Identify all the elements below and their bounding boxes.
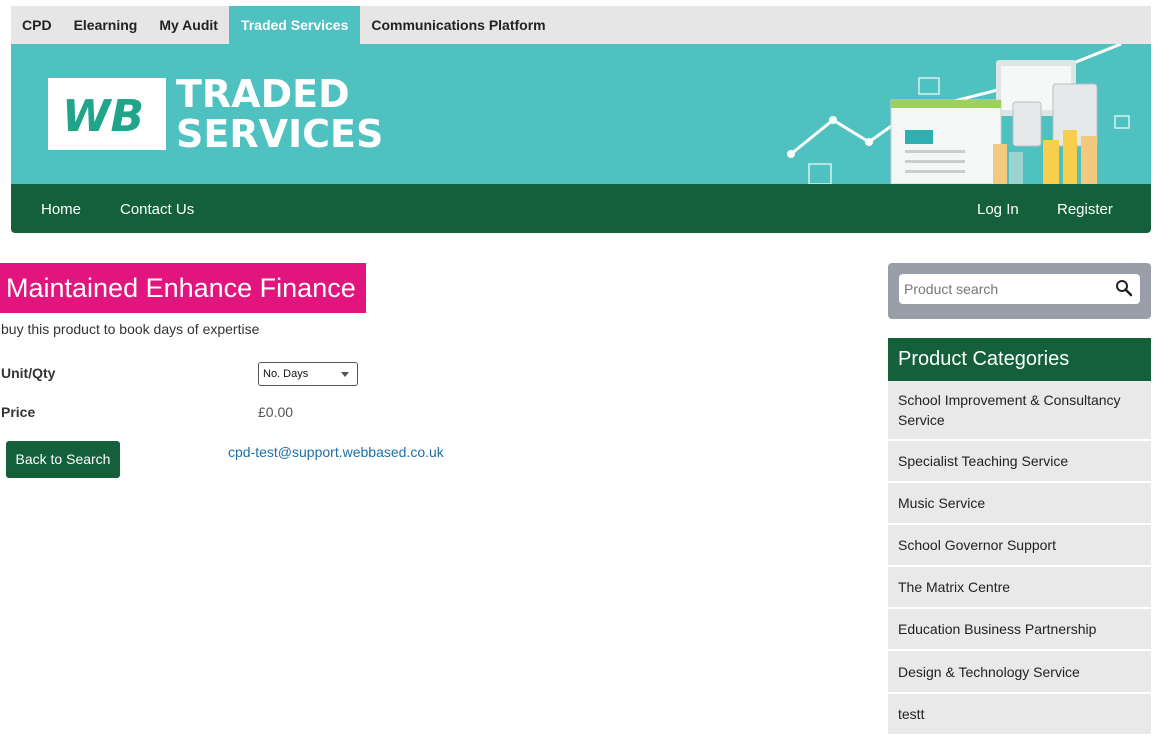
contact-email-link[interactable]: cpd-test@support.webbased.co.uk <box>228 444 444 460</box>
unit-qty-select[interactable]: No. Days <box>258 362 358 386</box>
back-to-search-button[interactable]: Back to Search <box>6 441 120 478</box>
header-banner: WB TRADED SERVICES <box>11 44 1151 184</box>
nav-home[interactable]: Home <box>41 184 81 233</box>
unit-qty-selected-value: No. Days <box>263 368 309 380</box>
category-item[interactable]: The Matrix Centre <box>888 567 1151 609</box>
site-title-line2: SERVICES <box>176 112 384 156</box>
wb-logo[interactable]: WB <box>48 78 166 150</box>
product-categories-title: Product Categories <box>888 338 1151 381</box>
category-item[interactable]: Music Service <box>888 483 1151 525</box>
wb-logo-mark: WB <box>62 93 144 135</box>
tab-traded-services[interactable]: Traded Services <box>228 6 361 44</box>
site-title: TRADED SERVICES <box>176 74 383 154</box>
banner-illustration <box>787 44 1130 184</box>
tab-communications-platform[interactable]: Communications Platform <box>360 6 556 44</box>
category-item[interactable]: Design & Technology Service <box>888 651 1151 694</box>
main-nav: Home Contact Us Log In Register <box>11 184 1151 233</box>
product-title: Maintained Enhance Finance <box>0 263 366 313</box>
product-description: buy this product to book days of experti… <box>1 321 260 337</box>
nav-contact-us[interactable]: Contact Us <box>120 184 194 233</box>
price-value: £0.00 <box>258 404 294 420</box>
product-search-panel <box>888 263 1151 319</box>
tab-elearning[interactable]: Elearning <box>63 6 149 44</box>
top-tab-bar: CPD Elearning My Audit Traded Services C… <box>11 6 1151 44</box>
price-label: Price <box>1 404 36 420</box>
category-item[interactable]: Education Business Partnership <box>888 609 1151 651</box>
product-search-input[interactable] <box>899 274 1140 304</box>
svg-text:WB: WB <box>62 93 144 135</box>
search-icon[interactable] <box>1115 279 1133 297</box>
nav-log-in[interactable]: Log In <box>977 184 1019 233</box>
unit-qty-label: Unit/Qty <box>1 365 56 381</box>
site-title-line1: TRADED <box>176 72 350 116</box>
product-categories-list: School Improvement & Consultancy Service… <box>888 381 1151 736</box>
chevron-down-icon <box>341 372 349 377</box>
category-item[interactable]: Specialist Teaching Service <box>888 441 1151 483</box>
tab-my-audit[interactable]: My Audit <box>148 6 229 44</box>
category-item[interactable]: School Governor Support <box>888 525 1151 567</box>
category-item[interactable]: testt <box>888 694 1151 736</box>
nav-register[interactable]: Register <box>1057 184 1113 233</box>
category-item[interactable]: School Improvement & Consultancy Service <box>888 381 1151 441</box>
tab-cpd[interactable]: CPD <box>11 6 63 44</box>
